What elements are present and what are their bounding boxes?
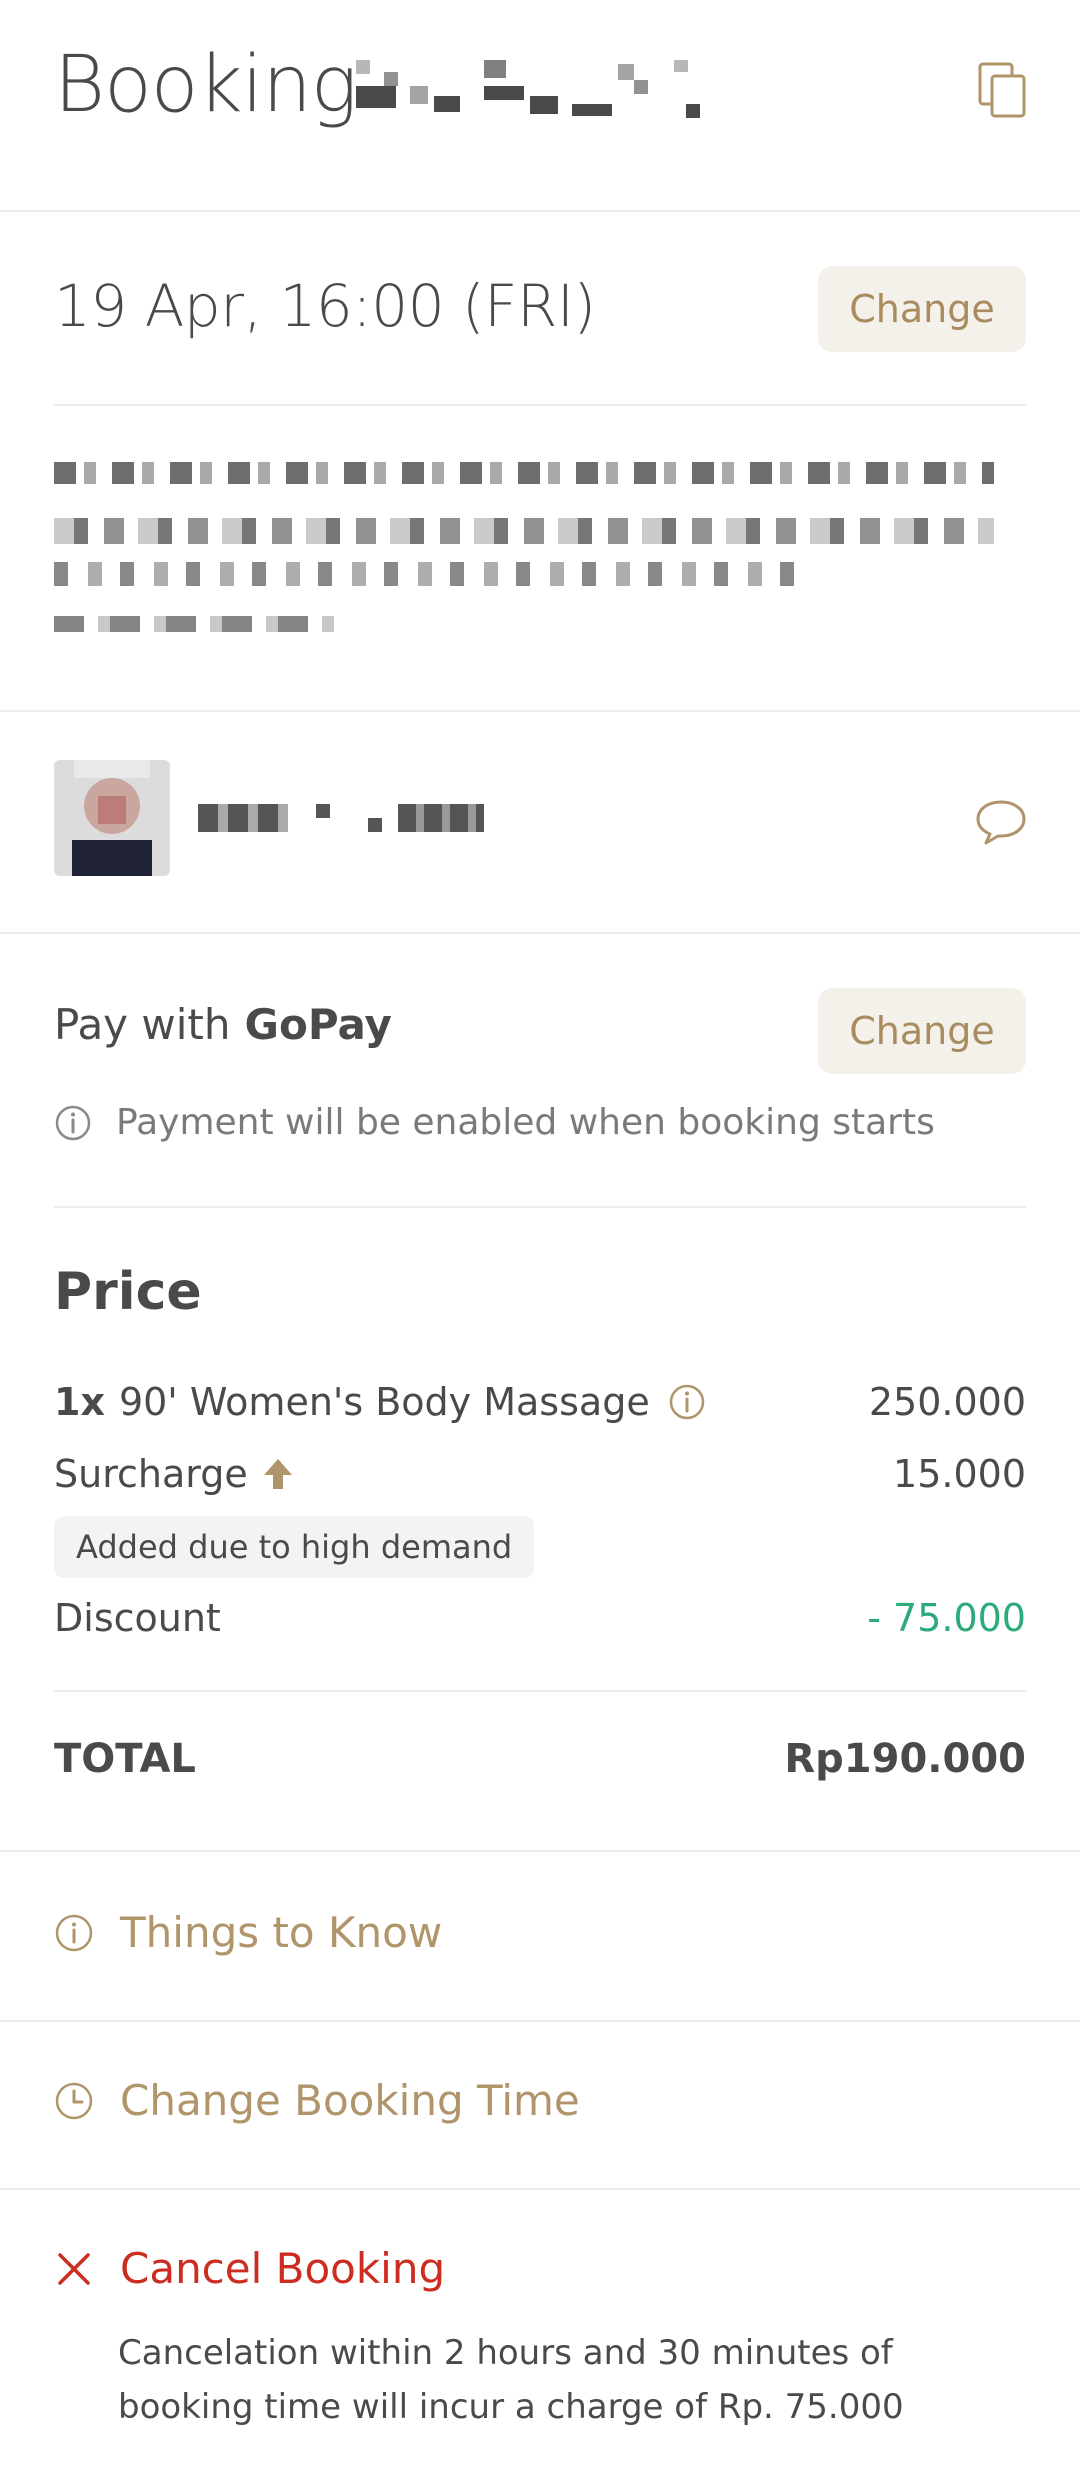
copy-icon[interactable] — [978, 62, 1028, 118]
surcharge-label: Surcharge — [54, 1452, 248, 1496]
divider — [54, 1206, 1026, 1208]
divider — [0, 932, 1080, 934]
divider — [0, 210, 1080, 212]
surcharge-value: 15.000 — [893, 1452, 1026, 1496]
item-quantity: 1x — [54, 1380, 105, 1424]
divider — [0, 2020, 1080, 2022]
change-booking-time-link[interactable]: Change Booking Time — [54, 2076, 580, 2125]
cancel-booking-label: Cancel Booking — [120, 2244, 446, 2293]
booking-header: Booking — [0, 0, 1080, 210]
redacted-address — [54, 456, 1004, 636]
total-label: TOTAL — [54, 1736, 196, 1782]
page-title: Booking — [54, 40, 358, 130]
total-row: TOTAL Rp190.000 — [54, 1736, 1026, 1782]
redacted-booking-id — [356, 60, 706, 120]
booking-datetime: 19 Apr, 16:00 (FRI) — [54, 272, 596, 340]
price-heading: Price — [54, 1262, 202, 1322]
clock-icon — [55, 2082, 93, 2119]
change-payment-button[interactable]: Change — [818, 988, 1026, 1074]
arrow-up-icon — [263, 1459, 292, 1489]
payment-note-text: Payment will be enabled when booking sta… — [116, 1102, 935, 1143]
surcharge-row: Surcharge 15.000 — [54, 1452, 1026, 1496]
things-to-know-label: Things to Know — [120, 1908, 443, 1957]
payment-method: Pay with GoPay — [54, 1000, 392, 1049]
close-icon — [58, 2252, 90, 2285]
therapist-avatar[interactable] — [54, 760, 170, 876]
info-icon[interactable] — [668, 1383, 706, 1421]
things-to-know-link[interactable]: Things to Know — [54, 1908, 442, 1957]
item-label: 90' Women's Body Massage — [118, 1380, 650, 1424]
redacted-therapist-name — [198, 804, 488, 832]
divider — [0, 710, 1080, 712]
discount-row: Discount - 75.000 — [54, 1596, 1026, 1640]
info-icon — [55, 1914, 93, 1951]
cancel-booking-button[interactable]: Cancel Booking — [54, 2244, 445, 2293]
cancel-note: Cancelation within 2 hours and 30 minute… — [118, 2333, 904, 2427]
chat-bubble-icon[interactable] — [974, 798, 1028, 846]
item-value: 250.000 — [868, 1380, 1026, 1424]
divider — [54, 1690, 1026, 1692]
surcharge-badge: Added due to high demand — [54, 1516, 535, 1578]
change-booking-time-label: Change Booking Time — [120, 2076, 580, 2125]
info-icon — [55, 1105, 91, 1140]
divider — [0, 2188, 1080, 2190]
payment-method-name: GoPay — [244, 1000, 392, 1049]
divider — [0, 1850, 1080, 1852]
divider — [54, 404, 1026, 406]
price-item-row: 1x 90' Women's Body Massage 250.000 — [54, 1380, 1026, 1424]
change-datetime-button[interactable]: Change — [818, 266, 1026, 352]
payment-prefix: Pay with — [54, 1000, 231, 1049]
discount-value: - 75.000 — [867, 1596, 1026, 1640]
total-value: Rp190.000 — [784, 1736, 1026, 1782]
payment-note: Payment will be enabled when booking sta… — [54, 1102, 935, 1143]
discount-label: Discount — [54, 1596, 221, 1640]
